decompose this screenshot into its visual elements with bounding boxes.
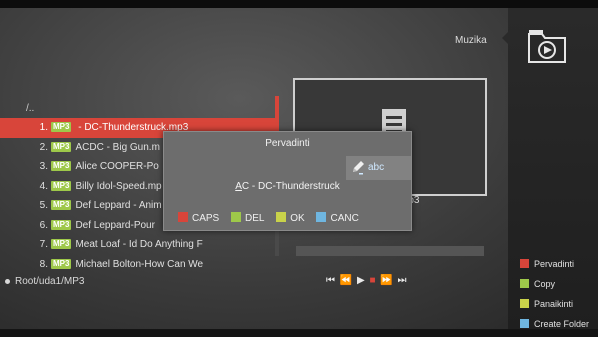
mp3-badge: MP3 [51, 122, 72, 133]
mp3-badge: MP3 [51, 180, 72, 191]
blue-key-icon [316, 212, 327, 222]
mp3-badge: MP3 [51, 239, 72, 250]
item-title: Meat Loaf - Id Do Anything F [75, 239, 203, 250]
current-path-label: Root/uda1/MP3 [15, 276, 85, 287]
item-title: ACDC - Big Gun.m [75, 141, 160, 153]
file-list-item[interactable]: 7. MP3 Meat Loaf - Id Do Anything F [0, 235, 275, 255]
key-label: DEL [245, 213, 265, 224]
legend-delete[interactable]: Panaikinti [520, 297, 598, 317]
mp3-badge: MP3 [51, 141, 72, 152]
delete-key[interactable]: DEL [231, 212, 264, 224]
legend-label: Copy [534, 279, 556, 289]
text-cursor-char: A [235, 181, 242, 192]
scrollbar-thumb[interactable] [275, 96, 279, 132]
tab-label-music[interactable]: Muzika [455, 35, 487, 46]
pencil-icon [353, 161, 364, 175]
green-key-icon [520, 279, 529, 288]
key-label: OK [290, 213, 305, 224]
red-key-icon [178, 212, 188, 222]
blue-key-icon [520, 319, 529, 328]
green-key-icon [231, 212, 242, 222]
item-title: Def Leppard - Anim [75, 200, 162, 211]
item-title: Billy Idol-Speed.mp [75, 180, 162, 192]
red-key-icon [520, 259, 529, 268]
rename-dialog: Pervadinti abc AC - DC-Thunderstruck CAP… [163, 131, 412, 231]
ok-key[interactable]: OK [276, 212, 305, 224]
parent-directory-item[interactable]: /.. [26, 103, 34, 114]
legend-copy[interactable]: Copy [520, 277, 598, 297]
mp3-badge: MP3 [51, 161, 72, 172]
color-key-legend: Pervadinti Copy Panaikinti Create Folder [520, 257, 598, 337]
key-label: CAPS [192, 213, 220, 224]
input-mode-label: abc [368, 162, 385, 173]
item-number: 8. [39, 258, 48, 270]
tab-notch [502, 30, 510, 46]
transport-glyphs-after[interactable]: ⏩ ⏭ [377, 275, 408, 286]
player-controls[interactable]: ⏮ ⏪ ▶ ■ ⏩ ⏭ [326, 275, 408, 286]
dialog-title: Pervadinti [265, 138, 310, 149]
item-title: Def Leppard-Pour [75, 219, 155, 231]
item-number: 6. [39, 219, 48, 231]
rename-text-value: C - DC-Thunderstruck [241, 181, 340, 192]
path-bullet-icon [5, 278, 10, 284]
item-number: 2. [39, 141, 48, 153]
item-number: 5. [39, 200, 48, 211]
item-title: Alice COOPER-Po [75, 161, 159, 172]
dialog-key-hints: CAPS DEL OK CANC [178, 212, 368, 224]
yellow-key-icon [520, 299, 529, 308]
file-list-item[interactable]: 8. MP3 Michael Bolton-How Can We [0, 255, 275, 275]
legend-create-folder[interactable]: Create Folder [520, 317, 598, 337]
yellow-key-icon [276, 212, 287, 222]
mp3-badge: MP3 [51, 258, 72, 269]
mp3-badge: MP3 [51, 200, 72, 211]
stop-icon[interactable]: ■ [369, 275, 376, 286]
key-label: CANC [330, 213, 359, 224]
legend-label: Pervadinti [534, 259, 575, 269]
legend-label: Panaikinti [534, 299, 574, 309]
input-mode-indicator[interactable]: abc [346, 156, 411, 180]
item-title: Michael Bolton-How Can We [75, 258, 204, 270]
legend-label: Create Folder [534, 319, 590, 329]
playback-progress-bar[interactable] [296, 246, 484, 256]
screen-bezel [0, 0, 598, 8]
caps-key[interactable]: CAPS [178, 212, 219, 224]
current-path: Root/uda1/MP3 [5, 276, 85, 287]
music-folder-icon[interactable] [526, 26, 568, 66]
item-number: 3. [39, 161, 48, 172]
legend-rename[interactable]: Pervadinti [520, 257, 598, 277]
mp3-badge: MP3 [51, 219, 72, 230]
item-number: 7. [39, 239, 48, 250]
item-number: 1. [39, 122, 48, 133]
cancel-key[interactable]: CANC [316, 212, 359, 224]
item-number: 4. [39, 180, 48, 192]
transport-glyphs[interactable]: ⏮ ⏪ ▶ [326, 275, 369, 286]
rename-text-field[interactable]: AC - DC-Thunderstruck [164, 181, 411, 192]
